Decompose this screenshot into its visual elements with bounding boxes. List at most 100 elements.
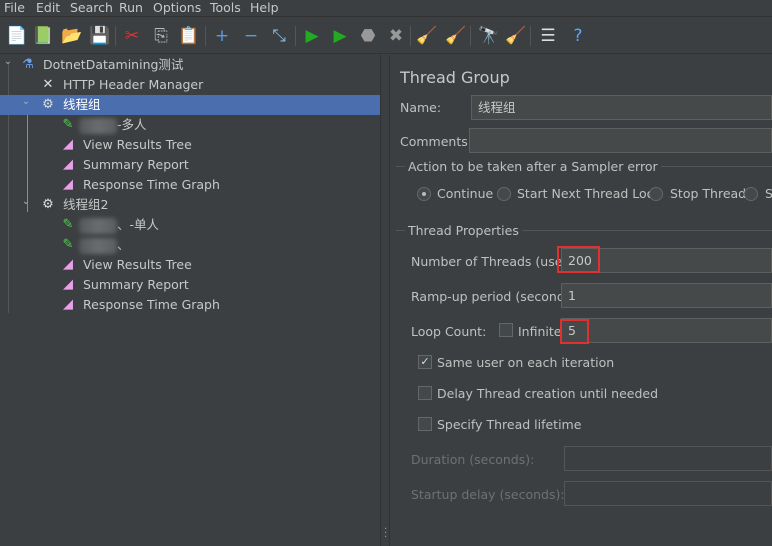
menu-options[interactable]: Options: [153, 0, 201, 15]
thread-lifetime-checkbox[interactable]: [418, 417, 432, 431]
tree-node[interactable]: ✎ 、-单人: [0, 215, 380, 235]
tree-node[interactable]: ✕ HTTP Header Manager: [0, 75, 380, 95]
listener-icon: ◢: [63, 177, 73, 192]
infinite-checkbox[interactable]: [499, 323, 513, 337]
same-user-label[interactable]: Same user on each iteration: [437, 355, 614, 370]
menu-file[interactable]: File: [4, 0, 25, 15]
chevron-down-icon[interactable]: ⌄: [2, 55, 14, 69]
help-icon[interactable]: ?: [567, 25, 589, 47]
tree-node-text: 线程组: [63, 97, 101, 112]
comments-input[interactable]: [469, 128, 772, 153]
tree-node[interactable]: ✎ -多人: [0, 115, 380, 135]
start-icon[interactable]: ▶: [301, 25, 323, 47]
paste-icon[interactable]: 📋: [178, 25, 200, 47]
tree-node-text: Summary Report: [83, 277, 189, 292]
same-user-checkbox[interactable]: ✓: [418, 355, 432, 369]
tree-node[interactable]: ◢ View Results Tree: [0, 135, 380, 155]
startup-delay-input: [564, 481, 772, 506]
splitter[interactable]: [380, 55, 390, 546]
startup-delay-label: Startup delay (seconds):: [411, 487, 565, 502]
comments-label: Comments:: [400, 134, 472, 149]
loop-count-input[interactable]: 5: [561, 318, 772, 343]
redacted-text: [79, 117, 117, 134]
thread-properties-group-label: Thread Properties: [405, 223, 522, 238]
tree-node-label: View Results Tree: [83, 255, 192, 275]
tree-node[interactable]: ◢ Summary Report: [0, 155, 380, 175]
sampler-icon: ✎: [62, 117, 74, 132]
stop-icon[interactable]: ⬣: [357, 25, 379, 47]
clear-all-icon[interactable]: 🧹: [445, 25, 467, 47]
delay-thread-checkbox[interactable]: [418, 386, 432, 400]
radio-stop-test-label[interactable]: S: [765, 186, 772, 201]
new-icon[interactable]: 📄: [6, 25, 28, 47]
rampup-label: Ramp-up period (seconds):: [411, 289, 581, 304]
tree-node-label: HTTP Header Manager: [63, 75, 203, 95]
tree-node-text: Response Time Graph: [83, 177, 220, 192]
tree-node-label: 、: [79, 235, 130, 255]
toggle-icon[interactable]: ⤡: [268, 25, 290, 47]
cut-icon[interactable]: ✂: [121, 25, 143, 47]
shutdown-icon[interactable]: ✖: [385, 25, 407, 47]
open-icon[interactable]: 📂: [61, 25, 83, 47]
test-plan-tree: ⌄ ⚗ DotnetDatamining测试 ✕ HTTP Header Manager…: [0, 55, 380, 546]
reset-search-icon[interactable]: 🧹: [505, 25, 527, 47]
radio-stop-test[interactable]: [744, 187, 758, 201]
tree-node[interactable]: ◢ Response Time Graph: [0, 175, 380, 195]
chevron-down-icon[interactable]: ⌄: [20, 95, 32, 109]
clear-icon[interactable]: 🧹: [416, 25, 438, 47]
radio-stop-thread[interactable]: [649, 187, 663, 201]
toolbar-separator: [530, 26, 531, 46]
tree-node-label: 线程组: [63, 95, 101, 115]
listener-icon: ◢: [63, 257, 73, 272]
tree-node-text: View Results Tree: [83, 257, 192, 272]
thread-lifetime-label[interactable]: Specify Thread lifetime: [437, 417, 581, 432]
rampup-input[interactable]: 1: [561, 283, 772, 308]
tree-node-label: Response Time Graph: [83, 175, 220, 195]
menu-run[interactable]: Run: [119, 0, 143, 15]
radio-start-next-loop-label[interactable]: Start Next Thread Loop: [517, 186, 662, 201]
tree-node-text: HTTP Header Manager: [63, 77, 204, 92]
sampler-icon: ✎: [62, 237, 74, 252]
chevron-down-icon[interactable]: ⌄: [20, 195, 32, 209]
tree-node-label: -多人: [79, 115, 147, 135]
copy-icon[interactable]: ⎘: [150, 25, 172, 47]
delay-thread-label[interactable]: Delay Thread creation until needed: [437, 386, 658, 401]
tree-node[interactable]: ◢ View Results Tree: [0, 255, 380, 275]
tree-node[interactable]: ⌄ ⚗ DotnetDatamining测试: [0, 55, 380, 75]
save-icon[interactable]: 💾: [89, 25, 111, 47]
thread-group-panel: Thread Group Name: 线程组 Comments: Action …: [391, 55, 772, 546]
tree-node-label: 线程组2: [63, 195, 108, 215]
tree-node[interactable]: ◢ Summary Report: [0, 275, 380, 295]
menu-help[interactable]: Help: [250, 0, 279, 15]
templates-icon[interactable]: 📗: [32, 25, 54, 47]
gear-icon: ⚙: [42, 197, 54, 212]
radio-start-next-thread-loop[interactable]: [497, 187, 511, 201]
menu-edit[interactable]: Edit: [36, 0, 60, 15]
tree-node[interactable]: ⌄ ⚙ 线程组2: [0, 195, 380, 215]
listener-icon: ◢: [63, 297, 73, 312]
radio-stop-thread-label[interactable]: Stop Thread: [670, 186, 746, 201]
name-input[interactable]: 线程组: [471, 95, 772, 120]
tree-node-label: Summary Report: [83, 155, 189, 175]
tree-node-text: Response Time Graph: [83, 297, 220, 312]
expand-icon[interactable]: +: [211, 25, 233, 47]
search-icon[interactable]: 🔭: [478, 25, 500, 47]
tree-node[interactable]: ⌄ ⚙ 线程组: [0, 95, 380, 115]
redacted-text: [79, 217, 117, 234]
tree-node[interactable]: ✎、: [0, 235, 380, 255]
menu-search[interactable]: Search: [70, 0, 113, 15]
menu-tools[interactable]: Tools: [210, 0, 241, 15]
duration-label: Duration (seconds):: [411, 452, 535, 467]
loop-count-label: Loop Count:: [411, 324, 487, 339]
function-helper-icon[interactable]: ☰: [537, 25, 559, 47]
infinite-label[interactable]: Infinite: [518, 324, 561, 339]
radio-continue-label[interactable]: Continue: [437, 186, 493, 201]
flask-icon: ⚗: [22, 57, 34, 72]
tree-node[interactable]: ◢ Response Time Graph: [0, 295, 380, 315]
start-no-pauses-icon[interactable]: ▶: [329, 25, 351, 47]
tools-icon: ✕: [42, 77, 54, 92]
collapse-icon[interactable]: −: [240, 25, 262, 47]
radio-continue[interactable]: [417, 187, 431, 201]
splitter-grip-icon[interactable]: · · ·: [384, 525, 387, 543]
tree-node-label: DotnetDatamining测试: [43, 55, 183, 75]
